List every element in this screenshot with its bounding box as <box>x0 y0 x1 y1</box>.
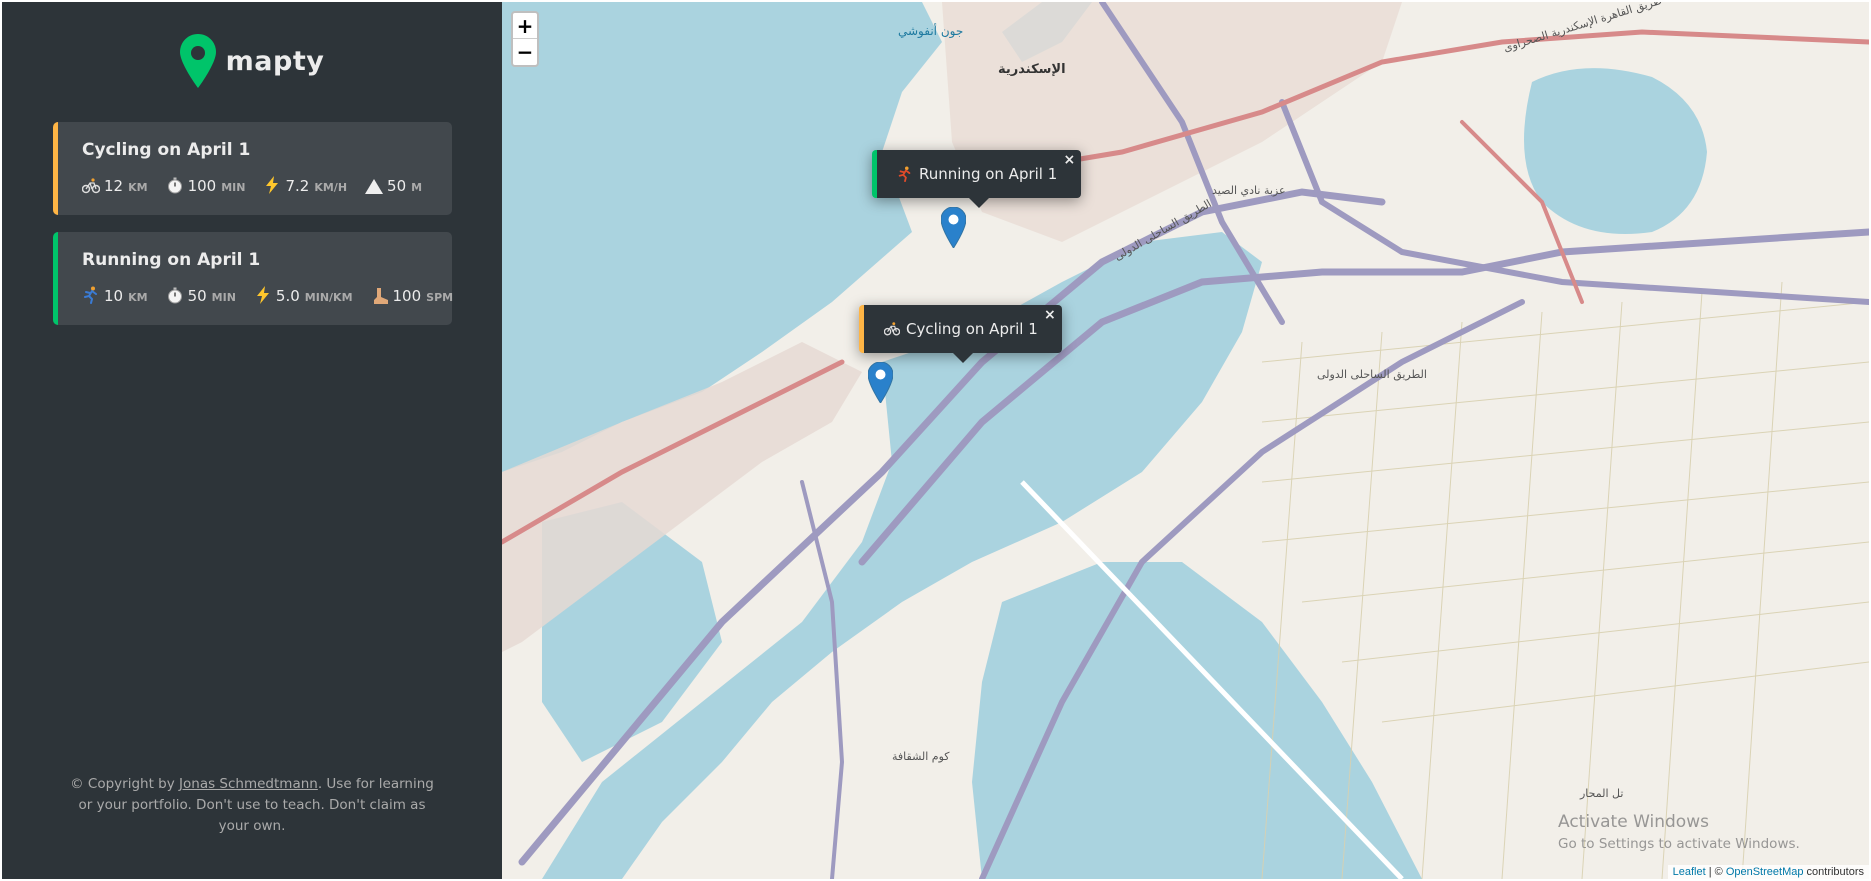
mountain-icon <box>365 177 384 195</box>
app-name: mapty <box>225 45 325 77</box>
stopwatch-icon <box>166 177 184 195</box>
map-label-place: جون أنفوشي <box>898 24 964 38</box>
lightning-icon <box>254 286 272 304</box>
leaflet-link[interactable]: Leaflet <box>1673 866 1706 878</box>
workout-value: 100 <box>392 287 422 305</box>
workout-unit: km <box>128 291 148 304</box>
map-tiles[interactable] <box>502 2 1869 879</box>
running-popup[interactable]: Running on April 1 × <box>872 150 1082 208</box>
sidebar: mapty Cycling on April 1 12 km <box>2 2 502 879</box>
copyright-prefix: © Copyright by <box>70 776 180 792</box>
workout-value: 12 <box>104 177 124 195</box>
author-link[interactable]: Jonas Schmedtmann <box>179 776 318 792</box>
workout-unit: min <box>221 181 246 194</box>
windows-activation-watermark: Activate Windows Go to Settings to activ… <box>1558 812 1800 852</box>
watermark-title: Activate Windows <box>1558 812 1709 832</box>
map-marker-icon[interactable] <box>941 207 966 248</box>
workout-title: Cycling on April 1 <box>82 140 251 160</box>
workout-value: 50 <box>387 177 407 195</box>
workout-detail-distance: 10 km <box>82 283 148 305</box>
workout-details: 12 km 100 min 7.2 <box>82 173 427 195</box>
map-label-city: الإسكندرية <box>998 62 1066 77</box>
workout-unit: km <box>128 181 148 194</box>
workout-value: 5.0 <box>275 287 300 305</box>
workout-detail-pace: 5.0 min/km <box>254 283 353 305</box>
map-marker-icon[interactable] <box>868 362 893 403</box>
workout-unit: spm <box>426 291 454 304</box>
workout-value: 7.2 <box>285 177 310 195</box>
workout-value: 50 <box>187 287 207 305</box>
workout-unit: m <box>411 181 423 194</box>
close-icon[interactable]: × <box>1044 307 1056 323</box>
attribution-suffix: contributors <box>1803 866 1864 878</box>
lightning-icon <box>263 176 281 194</box>
popup-tip <box>969 198 990 208</box>
workout-detail-duration: 50 min <box>166 284 236 305</box>
footprint-icon <box>371 287 389 305</box>
app-window: mapty Cycling on April 1 12 km <box>0 0 1871 881</box>
workout-title: Running on April 1 <box>82 250 261 270</box>
zoom-control: + − <box>511 11 539 67</box>
workout-list: Cycling on April 1 12 km 100 <box>2 122 502 325</box>
logo: mapty <box>2 32 502 90</box>
osm-link[interactable]: OpenStreetMap <box>1726 866 1804 878</box>
workout-unit: min <box>211 291 236 304</box>
cyclist-icon <box>884 321 900 337</box>
runner-icon <box>82 286 100 304</box>
zoom-in-button[interactable]: + <box>513 13 537 39</box>
workout-value: 100 <box>187 177 217 195</box>
runner-icon <box>897 166 913 182</box>
map-label-road: الطريق الساحلى الدولى <box>1317 368 1427 381</box>
close-icon[interactable]: × <box>1064 152 1076 168</box>
workout-unit: min/km <box>304 291 353 304</box>
cyclist-icon <box>82 177 100 195</box>
workout-details: 10 km 50 min 5.0 <box>82 283 453 305</box>
workout-detail-elevation: 50 m <box>365 174 422 195</box>
cycling-popup[interactable]: Cycling on April 1 × <box>859 305 1062 363</box>
workout-item-running[interactable]: Running on April 1 10 km 50 <box>53 232 453 325</box>
map-label-place: عزبة نادي الصيد <box>1212 184 1286 197</box>
popup-label: Running on April 1 <box>919 165 1058 183</box>
map-label-place: كوم الشقافة <box>892 750 950 763</box>
map-pin-logo-icon <box>179 34 216 88</box>
workout-detail-cadence: 100 spm <box>371 284 454 305</box>
workout-value: 10 <box>104 287 124 305</box>
popup-label: Cycling on April 1 <box>906 320 1038 338</box>
stopwatch-icon <box>166 287 184 305</box>
workout-detail-duration: 100 min <box>166 174 246 195</box>
zoom-out-button[interactable]: − <box>513 39 537 65</box>
copyright-text: © Copyright by Jonas Schmedtmann. Use fo… <box>62 774 442 837</box>
popup-tip <box>952 353 973 363</box>
workout-detail-speed: 7.2 km/h <box>263 173 347 195</box>
workout-detail-distance: 12 km <box>82 174 148 195</box>
map-attribution: Leaflet | © OpenStreetMap contributors <box>1667 865 1869 879</box>
attribution-separator: | © <box>1705 866 1726 878</box>
watermark-subtitle: Go to Settings to activate Windows. <box>1558 836 1800 852</box>
map-label-place: تل المحار <box>1580 787 1624 800</box>
workout-item-cycling[interactable]: Cycling on April 1 12 km 100 <box>53 122 452 215</box>
map[interactable]: الإسكندرية جون أنفوشي عزبة نادي الصيد ال… <box>502 2 1869 879</box>
workout-unit: km/h <box>314 181 348 194</box>
